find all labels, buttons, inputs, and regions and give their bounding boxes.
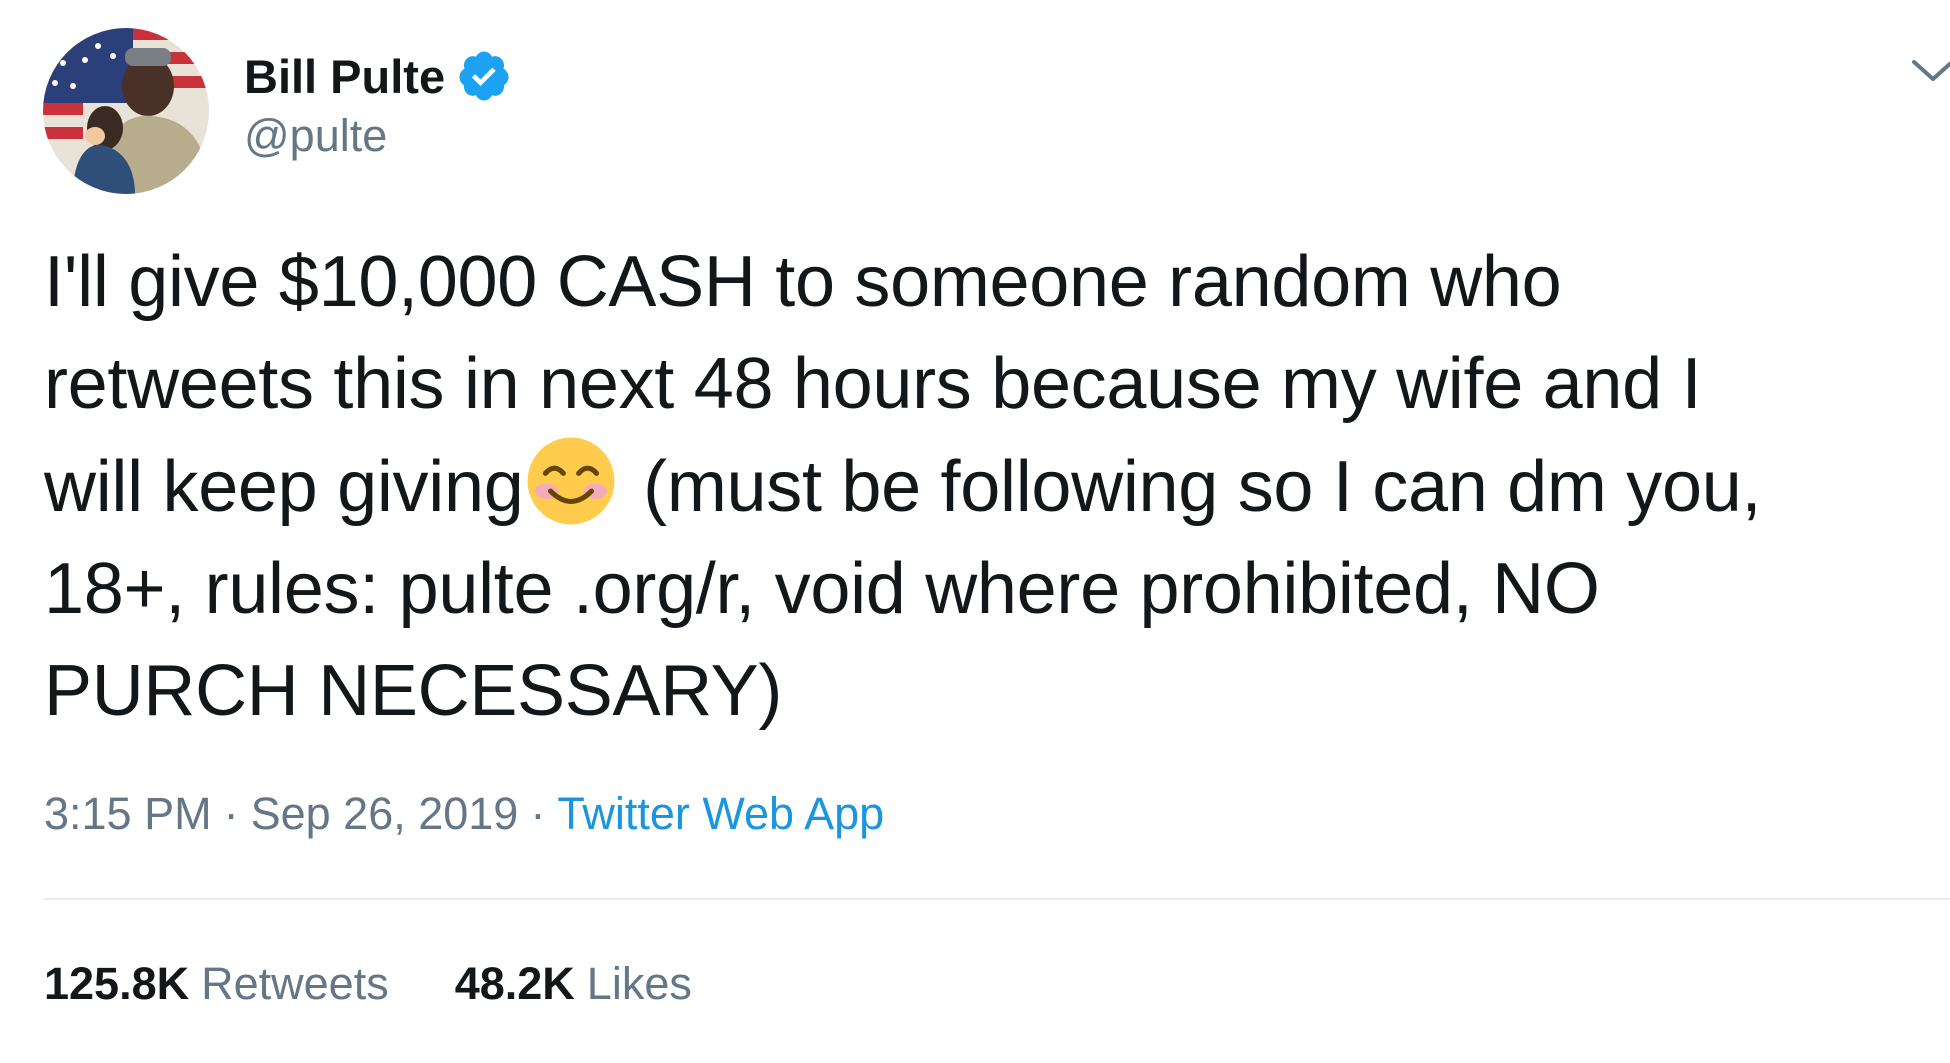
tweet-card: Bill Pulte @pulte I'll give $10,000 CASH… <box>0 0 1950 1063</box>
verified-badge-icon <box>456 48 512 104</box>
tweet-date[interactable]: Sep 26, 2019 <box>251 788 519 839</box>
author-handle[interactable]: @pulte <box>244 110 512 162</box>
retweets-stat[interactable]: 125.8K Retweets <box>44 958 389 1010</box>
retweets-count: 125.8K <box>44 958 190 1009</box>
chevron-down-icon[interactable] <box>1908 46 1950 96</box>
divider <box>44 898 1950 900</box>
tweet-stats: 125.8K Retweets 48.2K Likes <box>44 958 758 1010</box>
author-name-row: Bill Pulte <box>244 46 512 106</box>
tweet-source-link[interactable]: Twitter Web App <box>557 788 884 839</box>
avatar-image <box>43 28 209 194</box>
retweets-label: Retweets <box>201 958 389 1009</box>
tweet-meta: 3:15 PM · Sep 26, 2019 · Twitter Web App <box>44 788 884 840</box>
author-block: Bill Pulte @pulte <box>244 46 512 162</box>
author-avatar[interactable] <box>43 28 209 194</box>
smiling-face-emoji-icon <box>525 435 617 527</box>
likes-stat[interactable]: 48.2K Likes <box>455 958 692 1010</box>
meta-separator: · <box>530 788 546 839</box>
tweet-text: I'll give $10,000 CASH to someone random… <box>44 231 1944 742</box>
meta-separator: · <box>223 788 239 839</box>
author-display-name[interactable]: Bill Pulte <box>244 49 445 104</box>
likes-label: Likes <box>586 958 692 1009</box>
likes-count: 48.2K <box>454 958 575 1009</box>
tweet-time[interactable]: 3:15 PM <box>44 788 212 839</box>
